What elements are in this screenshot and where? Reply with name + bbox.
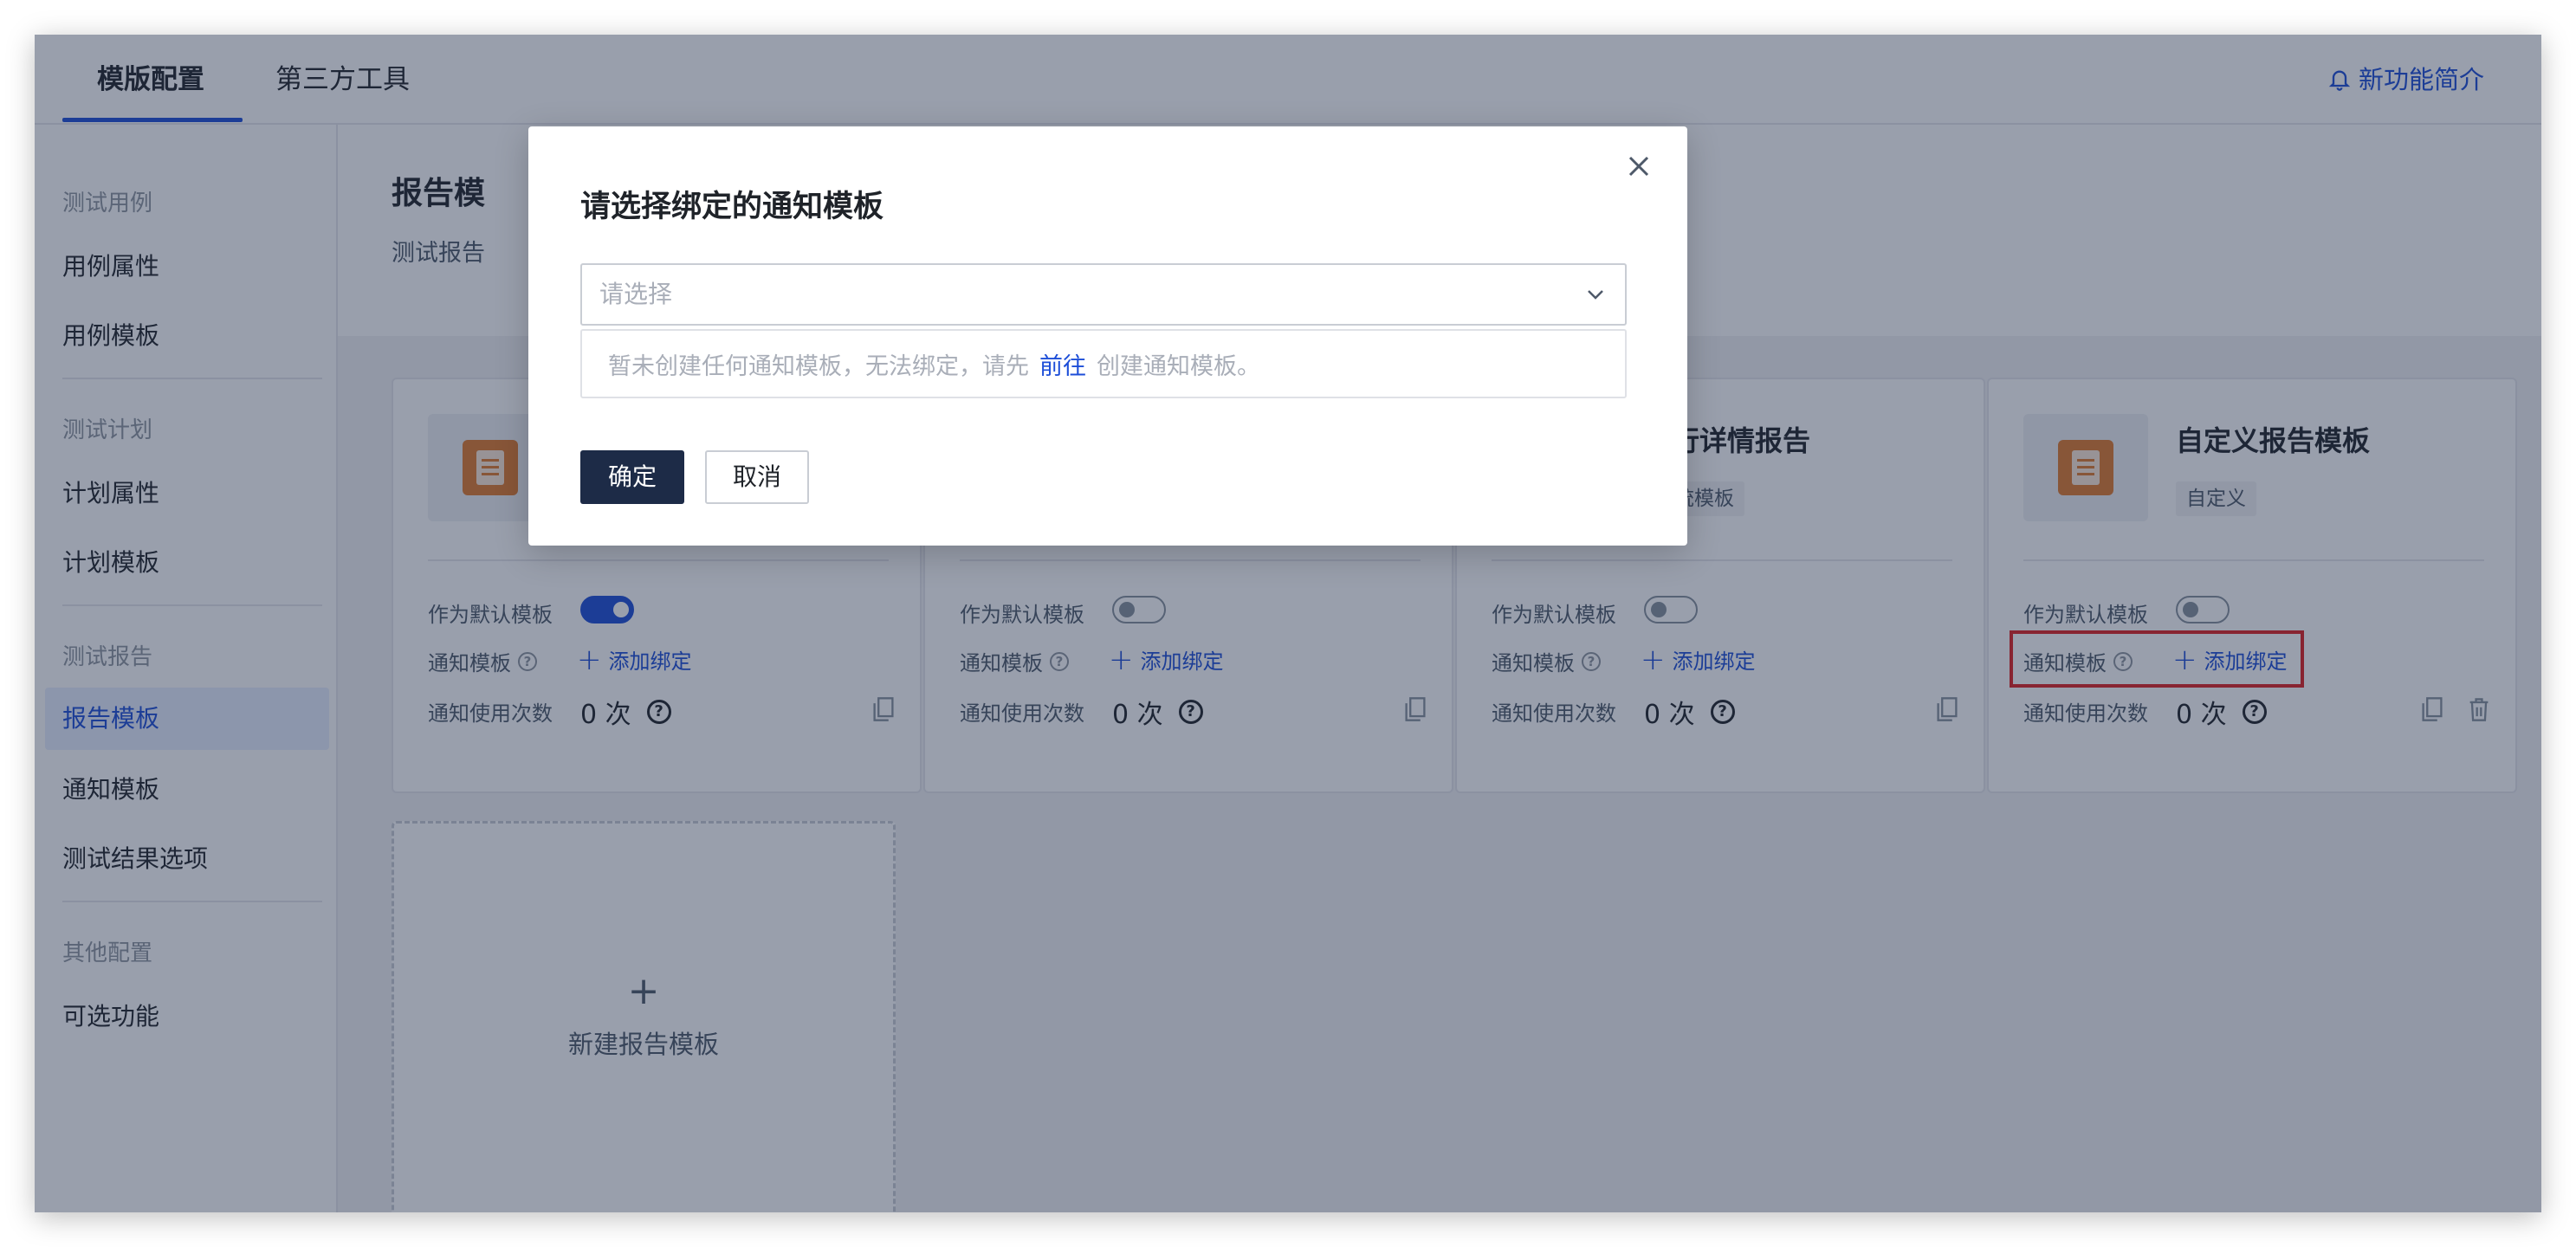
go-create-link[interactable]: 前往 [1039,347,1086,381]
modal-title: 请选择绑定的通知模板 [580,190,884,224]
select-placeholder: 请选择 [599,280,673,308]
close-button[interactable] [1621,149,1656,184]
bind-notify-template-modal: 请选择绑定的通知模板 请选择 暂未创建任何通知模板，无法绑定，请先 前往 创建通… [528,126,1687,546]
app-window: 模版配置 第三方工具 新功能简介 测试用例 用例属性 用例模板 测试计划 计划属… [35,35,2541,1212]
notify-template-select[interactable]: 请选择 [580,263,1627,326]
chevron-down-icon [1588,290,1603,300]
empty-notice-text: 暂未创建任何通知模板，无法绑定，请先 [608,352,1029,380]
close-icon [1628,156,1649,177]
cancel-button[interactable]: 取消 [705,450,809,504]
empty-notice-text-end: 创建通知模板。 [1097,352,1260,380]
confirm-button[interactable]: 确定 [580,450,684,504]
empty-notice: 暂未创建任何通知模板，无法绑定，请先 前往 创建通知模板。 [580,329,1627,398]
